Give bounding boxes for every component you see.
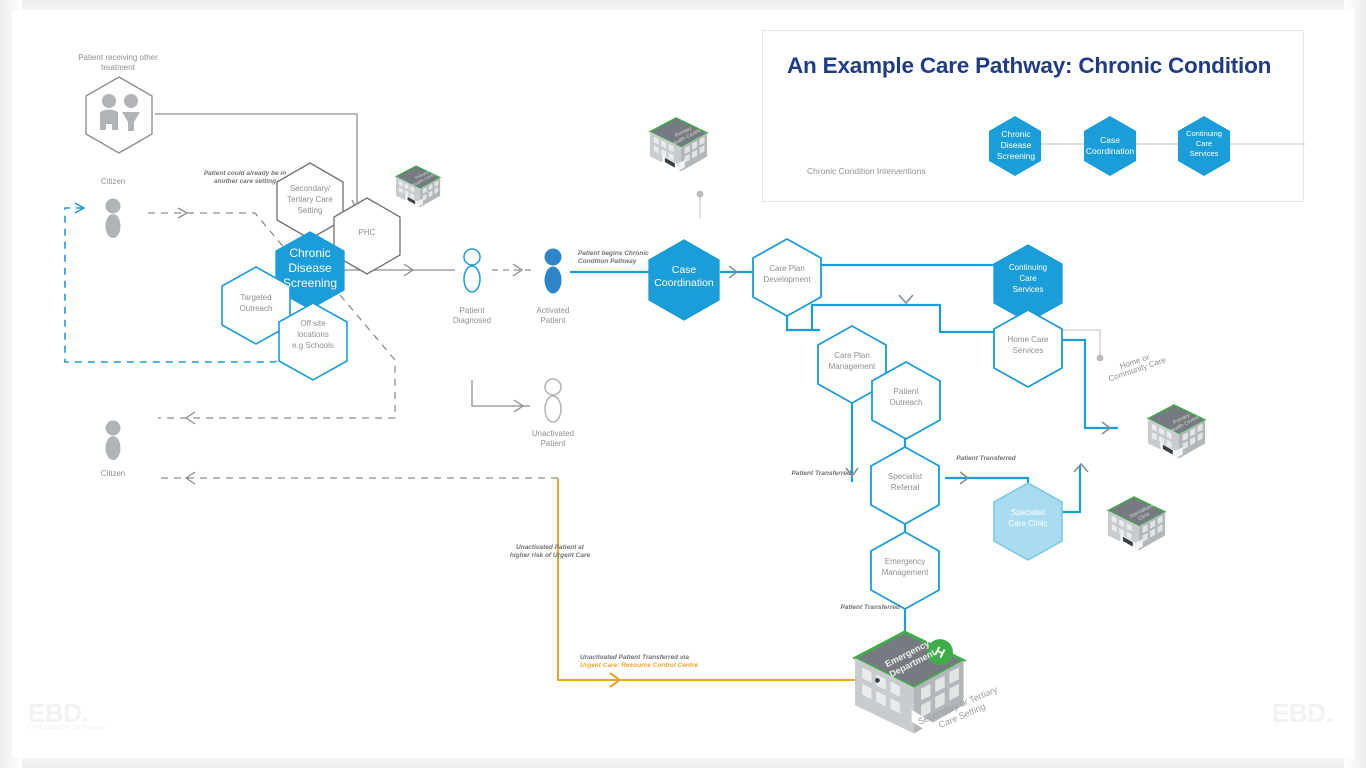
label-citizen-top: Citizen xyxy=(100,177,126,186)
logo-left: EBD. Co-Evolution By Design xyxy=(28,698,105,731)
logo-dot: . xyxy=(81,698,89,728)
annotation-could-already-be: Patient could already be in another care… xyxy=(203,170,287,185)
header-panel: An Example Care Pathway: Chronic Conditi… xyxy=(762,30,1305,202)
label-patient-diagnosed: Patient Diagnosed xyxy=(452,306,492,325)
label-unactivated-patient: Unactivated Patient xyxy=(531,429,575,448)
logo-text-right: EBD xyxy=(1272,698,1326,728)
logo-subtitle: Co-Evolution By Design xyxy=(28,725,106,731)
logo-right: EBD. xyxy=(1272,698,1333,729)
label-activated-patient: Activated Patient xyxy=(536,306,570,325)
annotation-urgent-line1: Unactivated Patient Transferred via xyxy=(580,654,689,661)
annotation-begins-pathway: Patient begins Chronic Condition Pathway xyxy=(578,250,649,265)
annotation-transferred-3: Patient Transferred xyxy=(840,604,900,611)
annotation-urgent-line2: Urgent Care: Resource Control Centre xyxy=(580,662,699,669)
label-patient-receiving-other-treatment: Patient receiving other treatment xyxy=(78,53,158,72)
logo-dot-right: . xyxy=(1325,698,1333,728)
panel-hexes xyxy=(989,116,1233,176)
label-citizen-bottom: Citizen xyxy=(100,469,126,478)
annotation-transferred-1: Patient Transferred xyxy=(791,470,851,477)
logo-text: EBD xyxy=(28,698,82,728)
annotation-higher-risk: Unactivated Patient at higher risk of Ur… xyxy=(509,544,591,559)
annotation-transferred-2: Patient Transferred xyxy=(956,455,1016,462)
